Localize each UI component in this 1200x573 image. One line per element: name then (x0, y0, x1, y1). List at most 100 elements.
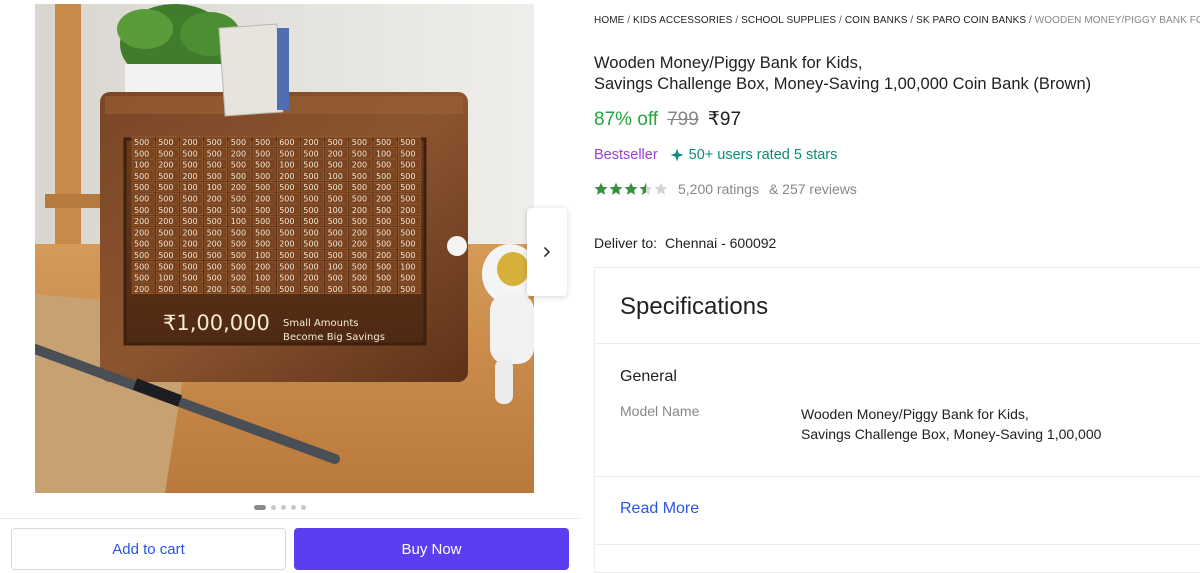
denomination-label: 200 (207, 240, 222, 249)
denomination-label: 500 (231, 228, 246, 237)
denomination-label: 500 (352, 285, 367, 294)
denomination-label: 500 (255, 240, 270, 249)
breadcrumb-separator: / (907, 15, 917, 26)
denomination-label: 500 (207, 262, 222, 271)
denomination-label: 100 (231, 217, 246, 226)
denomination-label: 500 (182, 206, 197, 215)
denomination-label: 500 (328, 195, 343, 204)
denomination-label: 200 (158, 217, 173, 226)
specifications-card: Specifications General Model Name Wooden… (594, 267, 1200, 573)
denomination-label: 500 (134, 240, 149, 249)
denomination-label: 500 (255, 206, 270, 215)
breadcrumb-kids-accessories[interactable]: KIDS ACCESSORIES (633, 15, 732, 26)
read-more-link[interactable]: Read More (620, 500, 699, 518)
denomination-label: 200 (400, 206, 415, 215)
sparkle-icon (670, 148, 684, 162)
denomination-label: 500 (182, 149, 197, 158)
denomination-label: 500 (134, 138, 149, 147)
next-image-button[interactable] (527, 208, 567, 296)
denomination-label: 500 (279, 195, 294, 204)
denomination-label: 100 (328, 172, 343, 181)
denomination-label: 200 (376, 251, 391, 260)
denomination-label: 500 (376, 138, 391, 147)
denomination-label: 500 (182, 274, 197, 283)
denomination-label: 600 (279, 138, 294, 147)
delivery-location[interactable]: Deliver to: Chennai - 600092 (594, 235, 776, 251)
rating-row[interactable]: 5,200 ratings & 257 reviews (594, 181, 857, 197)
carousel-dot[interactable] (291, 505, 296, 510)
denomination-label: 200 (376, 285, 391, 294)
denomination-label: 500 (328, 138, 343, 147)
denomination-label: 200 (303, 274, 318, 283)
carousel-dot[interactable] (254, 505, 266, 510)
denomination-label: 500 (255, 149, 270, 158)
carousel-dot[interactable] (301, 505, 306, 510)
breadcrumb-sk-paro-coin-banks[interactable]: SK PARO COIN BANKS (916, 15, 1026, 26)
selling-price: ₹97 (707, 109, 742, 130)
product-title-line-1: Wooden Money/Piggy Bank for Kids, (594, 54, 863, 72)
denomination-label: 500 (231, 195, 246, 204)
denomination-label: 500 (134, 149, 149, 158)
denomination-label: 500 (376, 262, 391, 271)
star-full-icon (609, 182, 623, 195)
product-image[interactable]: 500 500 200 500 500 500 600 200 500 500 500 500 500 5… (35, 4, 534, 493)
badge-row: Bestseller 50+ users rated 5 stars (594, 147, 837, 163)
denomination-label: 200 (376, 183, 391, 192)
denomination-label: 500 (255, 217, 270, 226)
denomination-label: 500 (255, 228, 270, 237)
carousel-dot[interactable] (271, 505, 276, 510)
denomination-label: 500 (158, 195, 173, 204)
denomination-label: 100 (158, 274, 173, 283)
breadcrumb-home[interactable]: HOME (594, 15, 624, 26)
image-tagline-1: Small Amounts (283, 318, 358, 329)
buy-now-button[interactable]: Buy Now (294, 528, 569, 570)
denomination-label: 500 (255, 138, 270, 147)
denomination-label: 500 (182, 285, 197, 294)
denomination-label: 500 (376, 240, 391, 249)
denomination-label: 200 (134, 228, 149, 237)
breadcrumb-school-supplies[interactable]: SCHOOL SUPPLIES (741, 15, 836, 26)
denomination-label: 500 (352, 172, 367, 181)
denomination-label: 100 (376, 149, 391, 158)
denomination-label: 500 (231, 262, 246, 271)
spec-key-model-name: Model Name (620, 403, 700, 419)
add-to-cart-button[interactable]: Add to cart (11, 528, 286, 570)
denomination-label: 200 (352, 228, 367, 237)
breadcrumb-separator: / (624, 15, 634, 26)
denomination-label: 500 (279, 183, 294, 192)
product-title: Wooden Money/Piggy Bank for Kids, Saving… (594, 53, 1091, 95)
denomination-label: 500 (279, 262, 294, 271)
breadcrumb-coin-banks[interactable]: COIN BANKS (845, 15, 908, 26)
denomination-label: 500 (303, 285, 318, 294)
denomination-label: 500 (158, 262, 173, 271)
denomination-label: 500 (158, 285, 173, 294)
star-empty-icon (654, 182, 668, 195)
denomination-label: 500 (158, 206, 173, 215)
denomination-label: 500 (400, 183, 415, 192)
denomination-label: 500 (328, 274, 343, 283)
deliver-to-label: Deliver to: (594, 235, 658, 251)
spec-value-line-1: Wooden Money/Piggy Bank for Kids, (801, 406, 1029, 422)
carousel-dot[interactable] (281, 505, 286, 510)
denomination-label: 500 (400, 138, 415, 147)
denomination-label: 500 (400, 285, 415, 294)
denomination-label: 500 (207, 251, 222, 260)
chevron-right-icon (544, 247, 550, 257)
denomination-label: 200 (207, 285, 222, 294)
denomination-label: 500 (158, 138, 173, 147)
denomination-label: 500 (376, 206, 391, 215)
carousel-dots[interactable] (254, 505, 306, 510)
breadcrumb-separator: / (1026, 15, 1035, 26)
denomination-label: 200 (231, 149, 246, 158)
denomination-label: 200 (279, 240, 294, 249)
ratings-count: 5,200 ratings (678, 181, 759, 197)
denomination-label: 500 (400, 228, 415, 237)
denomination-label: 500 (207, 138, 222, 147)
denomination-label: 500 (207, 161, 222, 170)
denomination-label: 200 (182, 228, 197, 237)
denomination-label: 500 (352, 217, 367, 226)
denomination-label: 500 (303, 195, 318, 204)
denomination-label: 500 (279, 149, 294, 158)
denomination-label: 500 (279, 285, 294, 294)
denomination-label: 500 (207, 172, 222, 181)
